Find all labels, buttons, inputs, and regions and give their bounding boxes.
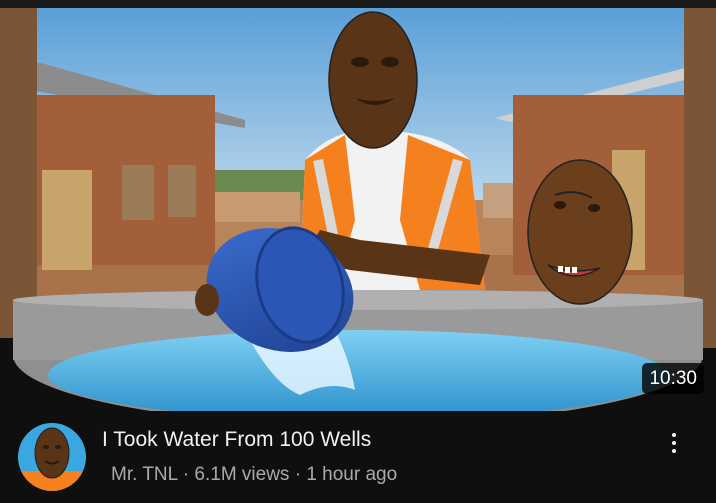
video-meta: I Took Water From 100 Wells Mr. TNL · 6.… bbox=[0, 411, 716, 503]
thumbnail-image bbox=[0, 0, 716, 411]
vertical-ellipsis-icon bbox=[672, 433, 676, 437]
channel-name[interactable]: Mr. TNL bbox=[111, 464, 178, 485]
more-options-button[interactable] bbox=[664, 427, 684, 459]
avatar-image bbox=[18, 423, 86, 491]
video-subline: Mr. TNL · 6.1M views · 1 hour ago bbox=[111, 464, 397, 486]
view-count: 6.1M views bbox=[194, 464, 290, 485]
video-title[interactable]: I Took Water From 100 Wells bbox=[102, 428, 371, 452]
separator: · bbox=[182, 464, 190, 485]
video-thumbnail[interactable]: 10:30 bbox=[0, 0, 716, 411]
channel-avatar[interactable] bbox=[18, 423, 86, 491]
upload-age: 1 hour ago bbox=[306, 464, 398, 485]
duration-badge: 10:30 bbox=[642, 363, 704, 394]
separator: · bbox=[294, 464, 302, 485]
